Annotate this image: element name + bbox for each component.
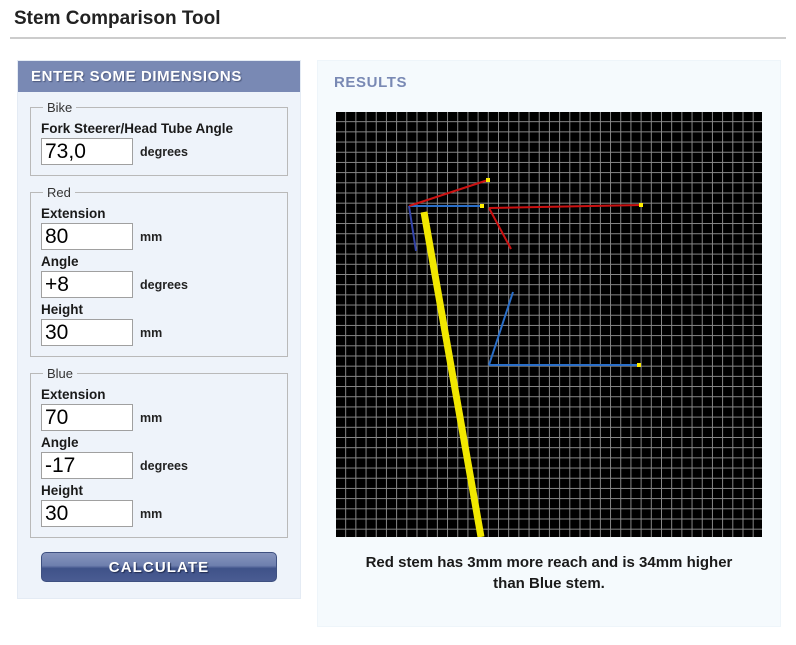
label-blue-angle: Angle [41,435,79,450]
field-row-red-extension: mm [41,223,277,250]
stem-diagram-canvas [336,112,762,537]
stem-diagram-svg [408,178,643,537]
unit-blue-angle: degrees [140,458,188,473]
page-title: Stem Comparison Tool [14,8,221,29]
group-bike-legend: Bike [47,100,73,115]
blue-stem-overlay-tip-marker [480,204,484,208]
input-blue-height[interactable] [41,500,133,527]
results-panel: RESULTS Red stem has 3mm more reach and … [317,60,781,627]
label-red-height: Height [41,302,83,317]
input-red-angle[interactable] [41,271,133,298]
group-bike: Bike Fork Steerer/Head Tube Angle degree… [30,100,288,176]
label-red-angle: Angle [41,254,79,269]
input-panel-header: ENTER SOME DIMENSIONS [18,61,300,92]
group-blue-legend: Blue [47,366,74,381]
stem-clamp-stub [408,205,417,252]
results-panel-header: RESULTS [334,74,408,91]
main-layout: ENTER SOME DIMENSIONS Bike Fork Steerer/… [0,39,796,627]
group-red-legend: Red [47,185,71,200]
input-blue-extension[interactable] [41,404,133,431]
field-row-blue-extension: mm [41,404,277,431]
group-red: Red Extension mm Angle degrees Height mm [30,185,288,357]
red-stem-standalone-steerer [488,207,512,250]
field-row-blue-height: mm [41,500,277,527]
red-stem-overlay-extension [408,179,489,207]
calculate-button[interactable]: CALCULATE [41,552,277,582]
red-stem-standalone-tip-marker [639,203,643,207]
input-blue-angle[interactable] [41,452,133,479]
group-blue: Blue Extension mm Angle degrees Height m… [30,366,288,538]
field-row-fork-steerer-angle: degrees [41,138,277,165]
fork-steerer-tube [420,211,485,537]
unit-red-angle: degrees [140,277,188,292]
input-fork-steerer-angle[interactable] [41,138,133,165]
unit-blue-height: mm [140,506,163,521]
blue-stem-standalone-steerer [488,291,514,366]
unit-blue-extension: mm [140,410,163,425]
red-stem-overlay-tip-marker [486,178,490,182]
input-red-height[interactable] [41,319,133,346]
label-blue-height: Height [41,483,83,498]
unit-fork-steerer-angle: degrees [140,144,188,159]
field-row-red-height: mm [41,319,277,346]
blue-stem-standalone-tip-marker [637,363,641,367]
red-stem-standalone-extension [488,204,642,209]
field-row-blue-angle: degrees [41,452,277,479]
input-panel-body: Bike Fork Steerer/Head Tube Angle degree… [18,92,300,598]
label-blue-extension: Extension [41,387,106,402]
label-fork-steerer-angle: Fork Steerer/Head Tube Angle [41,121,234,136]
input-red-extension[interactable] [41,223,133,250]
field-row-red-angle: degrees [41,271,277,298]
input-panel: ENTER SOME DIMENSIONS Bike Fork Steerer/… [17,60,301,599]
result-summary-text: Red stem has 3mm more reach and is 34mm … [365,554,733,593]
label-red-extension: Extension [41,206,106,221]
unit-red-extension: mm [140,229,163,244]
unit-red-height: mm [140,325,163,340]
